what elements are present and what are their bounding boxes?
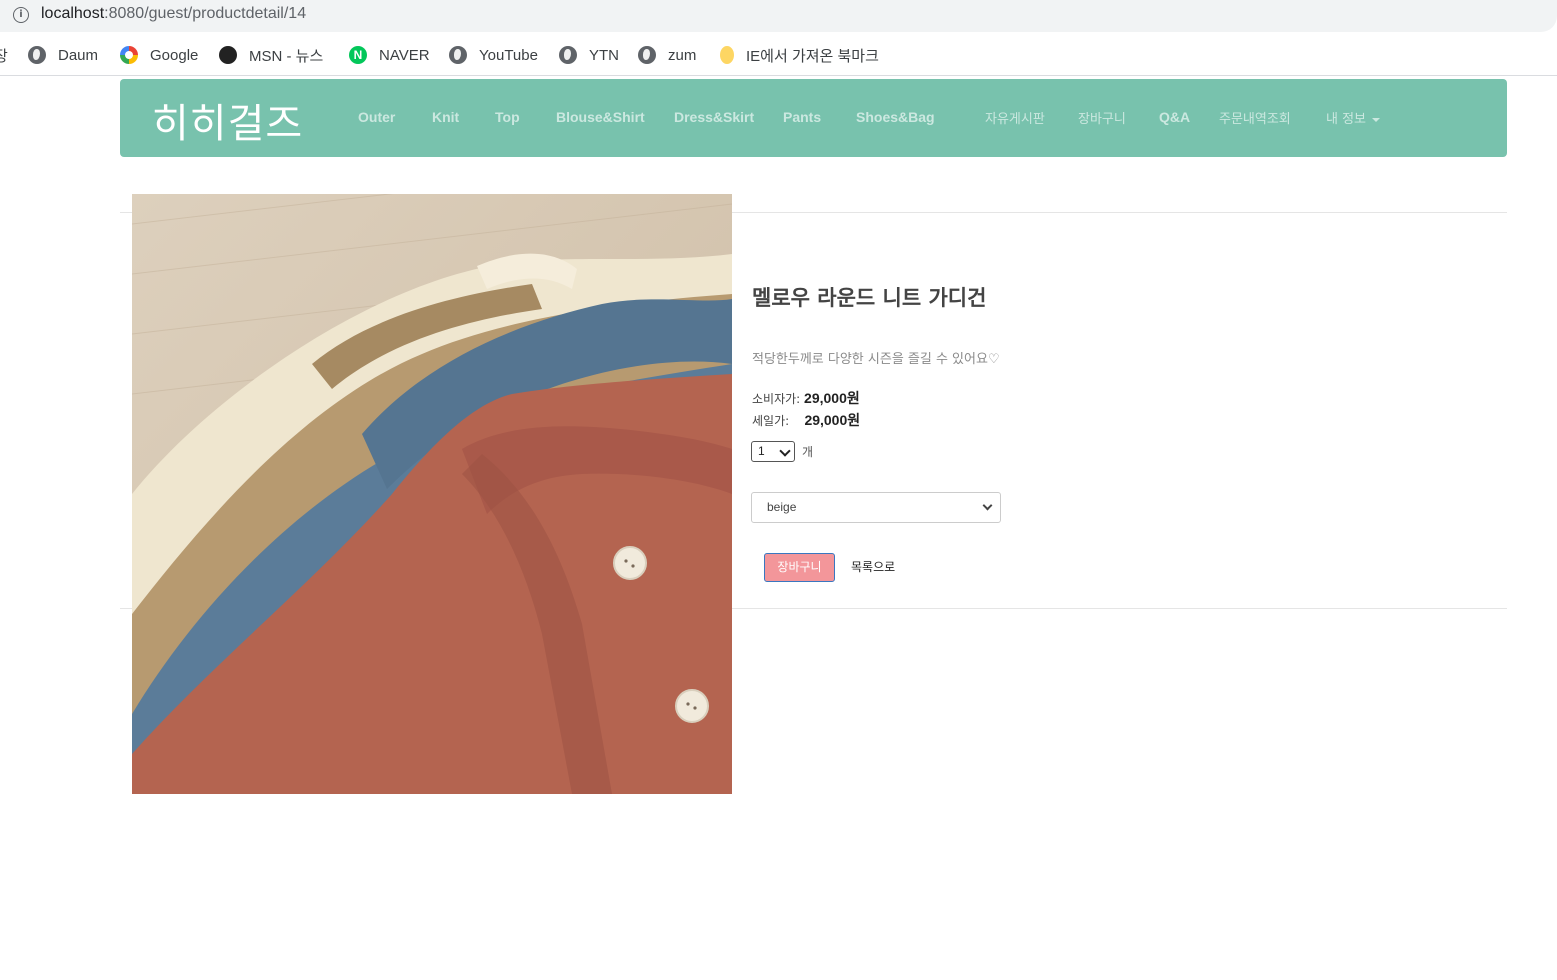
globe-icon: [638, 46, 656, 64]
nav-item-shoes-bag[interactable]: Shoes&Bag: [856, 109, 935, 125]
nav-item-outer[interactable]: Outer: [358, 109, 395, 125]
brand-logo[interactable]: 히히걸즈: [152, 91, 303, 149]
bookmark-msn[interactable]: MSN - 뉴스: [219, 45, 323, 65]
retail-price-value: 29,000원: [804, 390, 860, 406]
bookmark-naver[interactable]: N NAVER: [349, 45, 430, 65]
globe-icon: [559, 46, 577, 64]
naver-icon: N: [349, 46, 367, 64]
chevron-down-icon: [982, 500, 993, 511]
nav-item-top[interactable]: Top: [495, 109, 520, 125]
globe-icon: [28, 46, 46, 64]
nav-item-order-lookup[interactable]: 주문내역조회: [1219, 108, 1291, 127]
sale-price-label: 세일가:: [752, 414, 790, 428]
msn-icon: [219, 46, 237, 64]
bookmarks-bar: 장 Daum Google MSN - 뉴스 N NAVER YouTube YT…: [0, 34, 1557, 76]
info-icon[interactable]: i: [13, 7, 29, 23]
nav-item-dress-skirt[interactable]: Dress&Skirt: [674, 109, 754, 125]
sale-price-row: 세일가: 29,000원: [752, 410, 860, 430]
retail-price-row: 소비자가: 29,000원: [752, 388, 860, 408]
url-text[interactable]: localhost:8080/guest/productdetail/14: [41, 5, 306, 23]
nav-item-knit[interactable]: Knit: [432, 109, 459, 125]
bookmark-daum[interactable]: Daum: [28, 45, 98, 65]
nav-item-pants[interactable]: Pants: [783, 109, 821, 125]
sale-price-value: 29,000원: [804, 412, 861, 428]
address-bar[interactable]: i localhost:8080/guest/productdetail/14: [0, 0, 1557, 32]
option-select[interactable]: beige: [751, 492, 1001, 523]
quantity-unit: 개: [802, 445, 814, 459]
bookmark-folder-ie[interactable]: IE에서 가져온 북마크: [720, 45, 879, 65]
nav-item-qna[interactable]: Q&A: [1159, 109, 1190, 125]
nav-dropdown-my-info[interactable]: 내 정보: [1326, 108, 1381, 127]
retail-price-label: 소비자가:: [752, 392, 801, 406]
back-to-list-link[interactable]: 목록으로: [851, 558, 895, 575]
bookmark-cut-label: 장: [0, 47, 8, 65]
site-navbar: 히히걸즈 Outer Knit Top Blouse&Shirt Dress&S…: [120, 79, 1507, 157]
bookmark-ytn[interactable]: YTN: [559, 45, 619, 65]
product-description: 적당한두께로 다양한 시즌을 즐길 수 있어요♡: [752, 352, 1000, 367]
google-icon: [120, 46, 138, 64]
chevron-down-icon: [779, 445, 791, 457]
product-image: [132, 194, 732, 794]
globe-icon: [449, 46, 467, 64]
nav-item-cart[interactable]: 장바구니: [1078, 108, 1126, 127]
bookmark-zum[interactable]: zum: [638, 45, 696, 65]
quantity-select[interactable]: 1: [751, 441, 795, 462]
nav-item-blouse-shirt[interactable]: Blouse&Shirt: [556, 109, 645, 125]
add-to-cart-button[interactable]: 장바구니: [764, 553, 835, 582]
nav-item-free-board[interactable]: 자유게시판: [985, 108, 1045, 127]
bookmark-youtube[interactable]: YouTube: [449, 45, 538, 65]
caret-down-icon: [1372, 117, 1381, 122]
folder-icon: [720, 46, 734, 64]
bookmark-google[interactable]: Google: [120, 45, 198, 65]
product-title: 멜로우 라운드 니트 가디건: [752, 286, 987, 310]
